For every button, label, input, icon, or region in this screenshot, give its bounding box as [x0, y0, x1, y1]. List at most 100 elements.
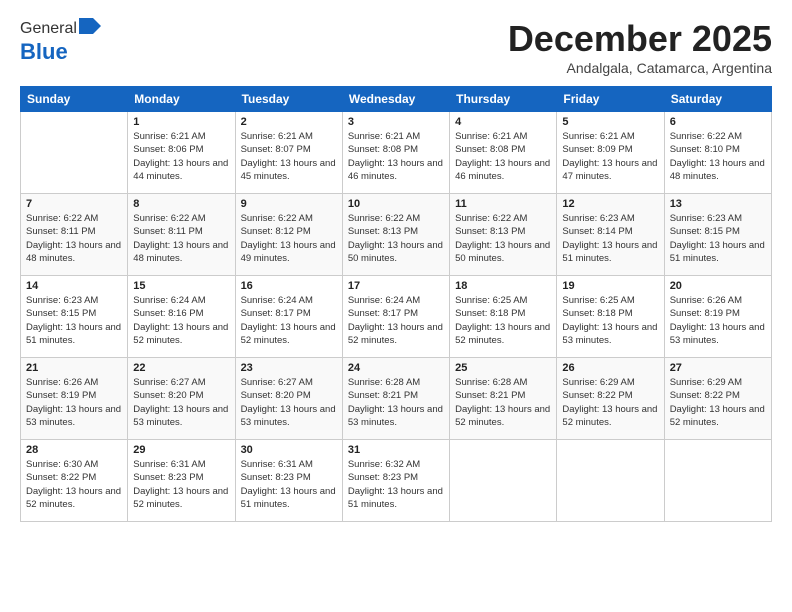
- day-info: Sunrise: 6:31 AMSunset: 8:23 PMDaylight:…: [133, 458, 229, 511]
- col-saturday: Saturday: [664, 87, 771, 112]
- col-friday: Friday: [557, 87, 664, 112]
- day-info: Sunrise: 6:22 AMSunset: 8:12 PMDaylight:…: [241, 212, 337, 265]
- day-number: 3: [348, 116, 444, 128]
- table-cell: 27 Sunrise: 6:29 AMSunset: 8:22 PMDayligh…: [664, 358, 771, 440]
- table-cell: 16 Sunrise: 6:24 AMSunset: 8:17 PMDayligh…: [235, 276, 342, 358]
- day-info: Sunrise: 6:25 AMSunset: 8:18 PMDaylight:…: [562, 294, 658, 347]
- table-row: 28 Sunrise: 6:30 AMSunset: 8:22 PMDayligh…: [21, 440, 772, 522]
- day-number: 7: [26, 198, 122, 210]
- table-cell: 20 Sunrise: 6:26 AMSunset: 8:19 PMDayligh…: [664, 276, 771, 358]
- day-info: Sunrise: 6:29 AMSunset: 8:22 PMDaylight:…: [670, 376, 766, 429]
- logo-blue-text: Blue: [20, 39, 68, 64]
- day-number: 27: [670, 362, 766, 374]
- day-number: 11: [455, 198, 551, 210]
- day-info: Sunrise: 6:23 AMSunset: 8:15 PMDaylight:…: [670, 212, 766, 265]
- day-number: 4: [455, 116, 551, 128]
- table-cell: [21, 112, 128, 194]
- day-number: 12: [562, 198, 658, 210]
- day-info: Sunrise: 6:21 AMSunset: 8:07 PMDaylight:…: [241, 130, 337, 183]
- day-number: 15: [133, 280, 229, 292]
- day-info: Sunrise: 6:24 AMSunset: 8:17 PMDaylight:…: [241, 294, 337, 347]
- table-cell: 7 Sunrise: 6:22 AMSunset: 8:11 PMDaylight…: [21, 194, 128, 276]
- table-cell: 25 Sunrise: 6:28 AMSunset: 8:21 PMDayligh…: [450, 358, 557, 440]
- logo: General Blue: [20, 18, 102, 65]
- day-number: 30: [241, 444, 337, 456]
- day-info: Sunrise: 6:27 AMSunset: 8:20 PMDaylight:…: [133, 376, 229, 429]
- day-number: 31: [348, 444, 444, 456]
- day-info: Sunrise: 6:32 AMSunset: 8:23 PMDaylight:…: [348, 458, 444, 511]
- table-cell: 13 Sunrise: 6:23 AMSunset: 8:15 PMDayligh…: [664, 194, 771, 276]
- table-cell: 10Sunrise: 6:22 AMSunset: 8:13 PMDayligh…: [342, 194, 449, 276]
- table-cell: 17Sunrise: 6:24 AMSunset: 8:17 PMDayligh…: [342, 276, 449, 358]
- day-number: 26: [562, 362, 658, 374]
- col-sunday: Sunday: [21, 87, 128, 112]
- header-row: Sunday Monday Tuesday Wednesday Thursday…: [21, 87, 772, 112]
- table-cell: [664, 440, 771, 522]
- table-cell: 5 Sunrise: 6:21 AMSunset: 8:09 PMDaylight…: [557, 112, 664, 194]
- table-row: 14Sunrise: 6:23 AMSunset: 8:15 PMDayligh…: [21, 276, 772, 358]
- day-info: Sunrise: 6:22 AMSunset: 8:13 PMDaylight:…: [455, 212, 551, 265]
- col-wednesday: Wednesday: [342, 87, 449, 112]
- day-info: Sunrise: 6:24 AMSunset: 8:16 PMDaylight:…: [133, 294, 229, 347]
- col-thursday: Thursday: [450, 87, 557, 112]
- table-cell: 26 Sunrise: 6:29 AMSunset: 8:22 PMDayligh…: [557, 358, 664, 440]
- day-info: Sunrise: 6:21 AMSunset: 8:08 PMDaylight:…: [348, 130, 444, 183]
- table-cell: 18Sunrise: 6:25 AMSunset: 8:18 PMDayligh…: [450, 276, 557, 358]
- day-info: Sunrise: 6:23 AMSunset: 8:15 PMDaylight:…: [26, 294, 122, 347]
- day-info: Sunrise: 6:31 AMSunset: 8:23 PMDaylight:…: [241, 458, 337, 511]
- day-number: 23: [241, 362, 337, 374]
- day-info: Sunrise: 6:28 AMSunset: 8:21 PMDaylight:…: [348, 376, 444, 429]
- day-number: 20: [670, 280, 766, 292]
- table-cell: [450, 440, 557, 522]
- day-info: Sunrise: 6:21 AMSunset: 8:08 PMDaylight:…: [455, 130, 551, 183]
- day-info: Sunrise: 6:30 AMSunset: 8:22 PMDaylight:…: [26, 458, 122, 511]
- day-info: Sunrise: 6:22 AMSunset: 8:11 PMDaylight:…: [26, 212, 122, 265]
- day-number: 1: [133, 116, 229, 128]
- table-cell: 24 Sunrise: 6:28 AMSunset: 8:21 PMDayligh…: [342, 358, 449, 440]
- table-row: 21 Sunrise: 6:26 AMSunset: 8:19 PMDayligh…: [21, 358, 772, 440]
- col-monday: Monday: [128, 87, 235, 112]
- table-cell: 19 Sunrise: 6:25 AMSunset: 8:18 PMDayligh…: [557, 276, 664, 358]
- day-info: Sunrise: 6:29 AMSunset: 8:22 PMDaylight:…: [562, 376, 658, 429]
- day-number: 13: [670, 198, 766, 210]
- table-cell: 2 Sunrise: 6:21 AMSunset: 8:07 PMDaylight…: [235, 112, 342, 194]
- day-info: Sunrise: 6:23 AMSunset: 8:14 PMDaylight:…: [562, 212, 658, 265]
- day-number: 8: [133, 198, 229, 210]
- day-info: Sunrise: 6:22 AMSunset: 8:11 PMDaylight:…: [133, 212, 229, 265]
- day-number: 2: [241, 116, 337, 128]
- day-number: 16: [241, 280, 337, 292]
- table-row: 7 Sunrise: 6:22 AMSunset: 8:11 PMDaylight…: [21, 194, 772, 276]
- table-cell: 6 Sunrise: 6:22 AMSunset: 8:10 PMDaylight…: [664, 112, 771, 194]
- day-info: Sunrise: 6:26 AMSunset: 8:19 PMDaylight:…: [670, 294, 766, 347]
- day-info: Sunrise: 6:21 AMSunset: 8:09 PMDaylight:…: [562, 130, 658, 183]
- table-row: 1 Sunrise: 6:21 AMSunset: 8:06 PMDaylight…: [21, 112, 772, 194]
- table-cell: 14Sunrise: 6:23 AMSunset: 8:15 PMDayligh…: [21, 276, 128, 358]
- day-number: 29: [133, 444, 229, 456]
- day-info: Sunrise: 6:24 AMSunset: 8:17 PMDaylight:…: [348, 294, 444, 347]
- table-cell: 29 Sunrise: 6:31 AMSunset: 8:23 PMDayligh…: [128, 440, 235, 522]
- table-cell: 30 Sunrise: 6:31 AMSunset: 8:23 PMDayligh…: [235, 440, 342, 522]
- day-number: 28: [26, 444, 122, 456]
- day-number: 9: [241, 198, 337, 210]
- day-number: 25: [455, 362, 551, 374]
- day-number: 24: [348, 362, 444, 374]
- table-cell: 3 Sunrise: 6:21 AMSunset: 8:08 PMDaylight…: [342, 112, 449, 194]
- day-info: Sunrise: 6:22 AMSunset: 8:10 PMDaylight:…: [670, 130, 766, 183]
- table-cell: 12 Sunrise: 6:23 AMSunset: 8:14 PMDayligh…: [557, 194, 664, 276]
- calendar-page: General Blue December 2025 Andalgala, Ca…: [0, 0, 792, 612]
- day-info: Sunrise: 6:26 AMSunset: 8:19 PMDaylight:…: [26, 376, 122, 429]
- col-tuesday: Tuesday: [235, 87, 342, 112]
- table-cell: 28 Sunrise: 6:30 AMSunset: 8:22 PMDayligh…: [21, 440, 128, 522]
- calendar-table: Sunday Monday Tuesday Wednesday Thursday…: [20, 86, 772, 522]
- day-number: 6: [670, 116, 766, 128]
- day-number: 22: [133, 362, 229, 374]
- table-cell: 8 Sunrise: 6:22 AMSunset: 8:11 PMDaylight…: [128, 194, 235, 276]
- month-title: December 2025: [508, 18, 772, 60]
- table-cell: 1 Sunrise: 6:21 AMSunset: 8:06 PMDaylight…: [128, 112, 235, 194]
- day-number: 5: [562, 116, 658, 128]
- day-number: 21: [26, 362, 122, 374]
- day-info: Sunrise: 6:21 AMSunset: 8:06 PMDaylight:…: [133, 130, 229, 183]
- day-info: Sunrise: 6:28 AMSunset: 8:21 PMDaylight:…: [455, 376, 551, 429]
- day-number: 19: [562, 280, 658, 292]
- logo-general-text: General: [20, 20, 77, 38]
